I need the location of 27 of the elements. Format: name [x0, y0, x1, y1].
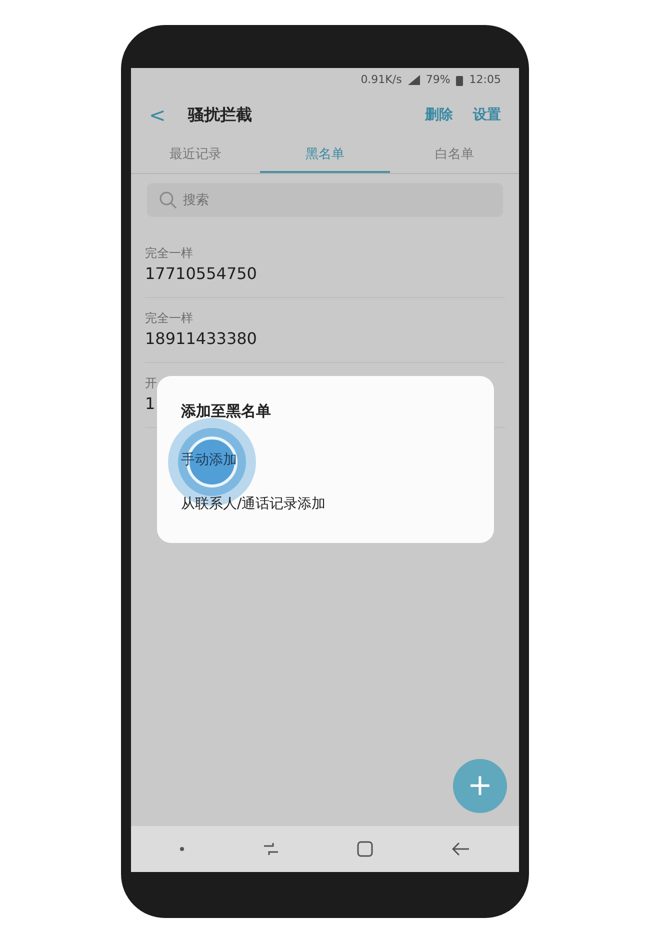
back-button[interactable]: <: [149, 100, 166, 130]
back-icon[interactable]: [452, 842, 470, 856]
battery-level: 79%: [426, 72, 450, 88]
tab[interactable]: 白名单: [390, 138, 519, 173]
dialog-option[interactable]: 从联系人/通话记录添加: [181, 494, 326, 515]
recent-apps-icon[interactable]: [262, 842, 279, 856]
header-action[interactable]: 删除: [425, 104, 453, 126]
rule-label: 完全一样: [145, 310, 193, 327]
search-icon: [159, 191, 177, 209]
signal-icon: [408, 75, 420, 85]
add-button[interactable]: +: [453, 759, 507, 813]
search-field[interactable]: 搜索: [147, 183, 503, 217]
phone-number: 1: [145, 393, 156, 415]
rule-label: 完全一样: [145, 245, 193, 262]
dialog-title: 添加至黑名单: [181, 401, 272, 422]
tab[interactable]: 最近记录: [131, 138, 260, 173]
home-icon[interactable]: [357, 841, 374, 857]
page-title: 骚扰拦截: [188, 104, 253, 126]
network-speed: 0.91K/s: [360, 72, 402, 88]
dot-icon[interactable]: [180, 847, 184, 851]
battery-icon: [456, 74, 464, 86]
rule-label: 开: [145, 375, 157, 392]
phone-number: 18911433380: [145, 328, 257, 350]
clock: 12:05: [469, 72, 501, 88]
header-action[interactable]: 设置: [473, 104, 501, 126]
tab[interactable]: 黑名单: [260, 138, 390, 173]
phone-number: 17710554750: [145, 263, 257, 285]
